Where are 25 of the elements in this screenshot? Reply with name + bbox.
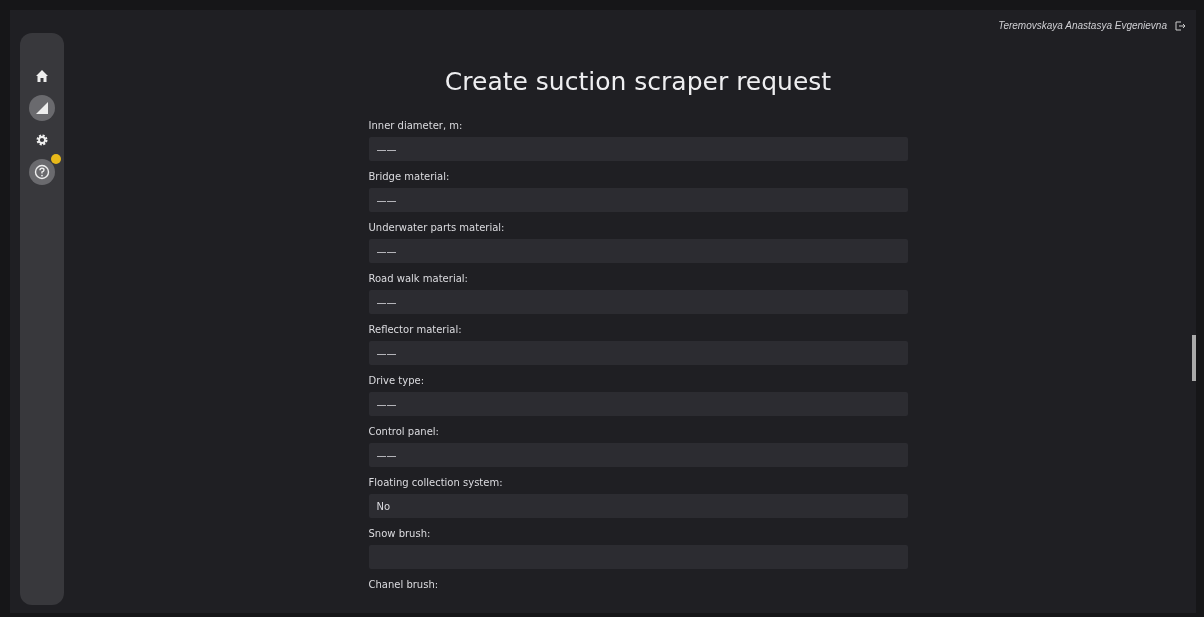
page-title: Create suction scraper request [444, 67, 832, 96]
select-field[interactable]: —— [368, 341, 908, 365]
select-field[interactable]: No [368, 494, 908, 518]
select-field[interactable]: —— [368, 290, 908, 314]
notification-badge [51, 154, 61, 164]
scrollbar-thumb[interactable] [1192, 335, 1196, 381]
field-label: Drive type: [368, 374, 426, 388]
logout-icon[interactable] [1175, 20, 1186, 31]
field-label: Reflector material: [368, 323, 463, 337]
field-label: Control panel: [368, 425, 440, 439]
field-label: Floating collection system: [368, 476, 504, 490]
select-field[interactable]: —— [368, 392, 908, 416]
field-label: Underwater parts material: [368, 221, 506, 235]
user-name: Teremovskaya Anastasya Evgenievna [998, 20, 1167, 31]
chart-icon[interactable] [29, 95, 55, 121]
field-label: Road walk material: [368, 272, 469, 286]
help-icon[interactable] [29, 159, 55, 185]
field-label: Inner diameter, m: [368, 119, 464, 133]
select-field[interactable]: —— [368, 239, 908, 263]
field-label: Chanel brush: [368, 578, 440, 592]
select-field[interactable]: —— [368, 443, 908, 467]
select-field[interactable]: —— [368, 188, 908, 212]
select-field[interactable]: —— [368, 137, 908, 161]
field-label: Snow brush: [368, 527, 432, 541]
field-label: Bridge material: [368, 170, 451, 184]
